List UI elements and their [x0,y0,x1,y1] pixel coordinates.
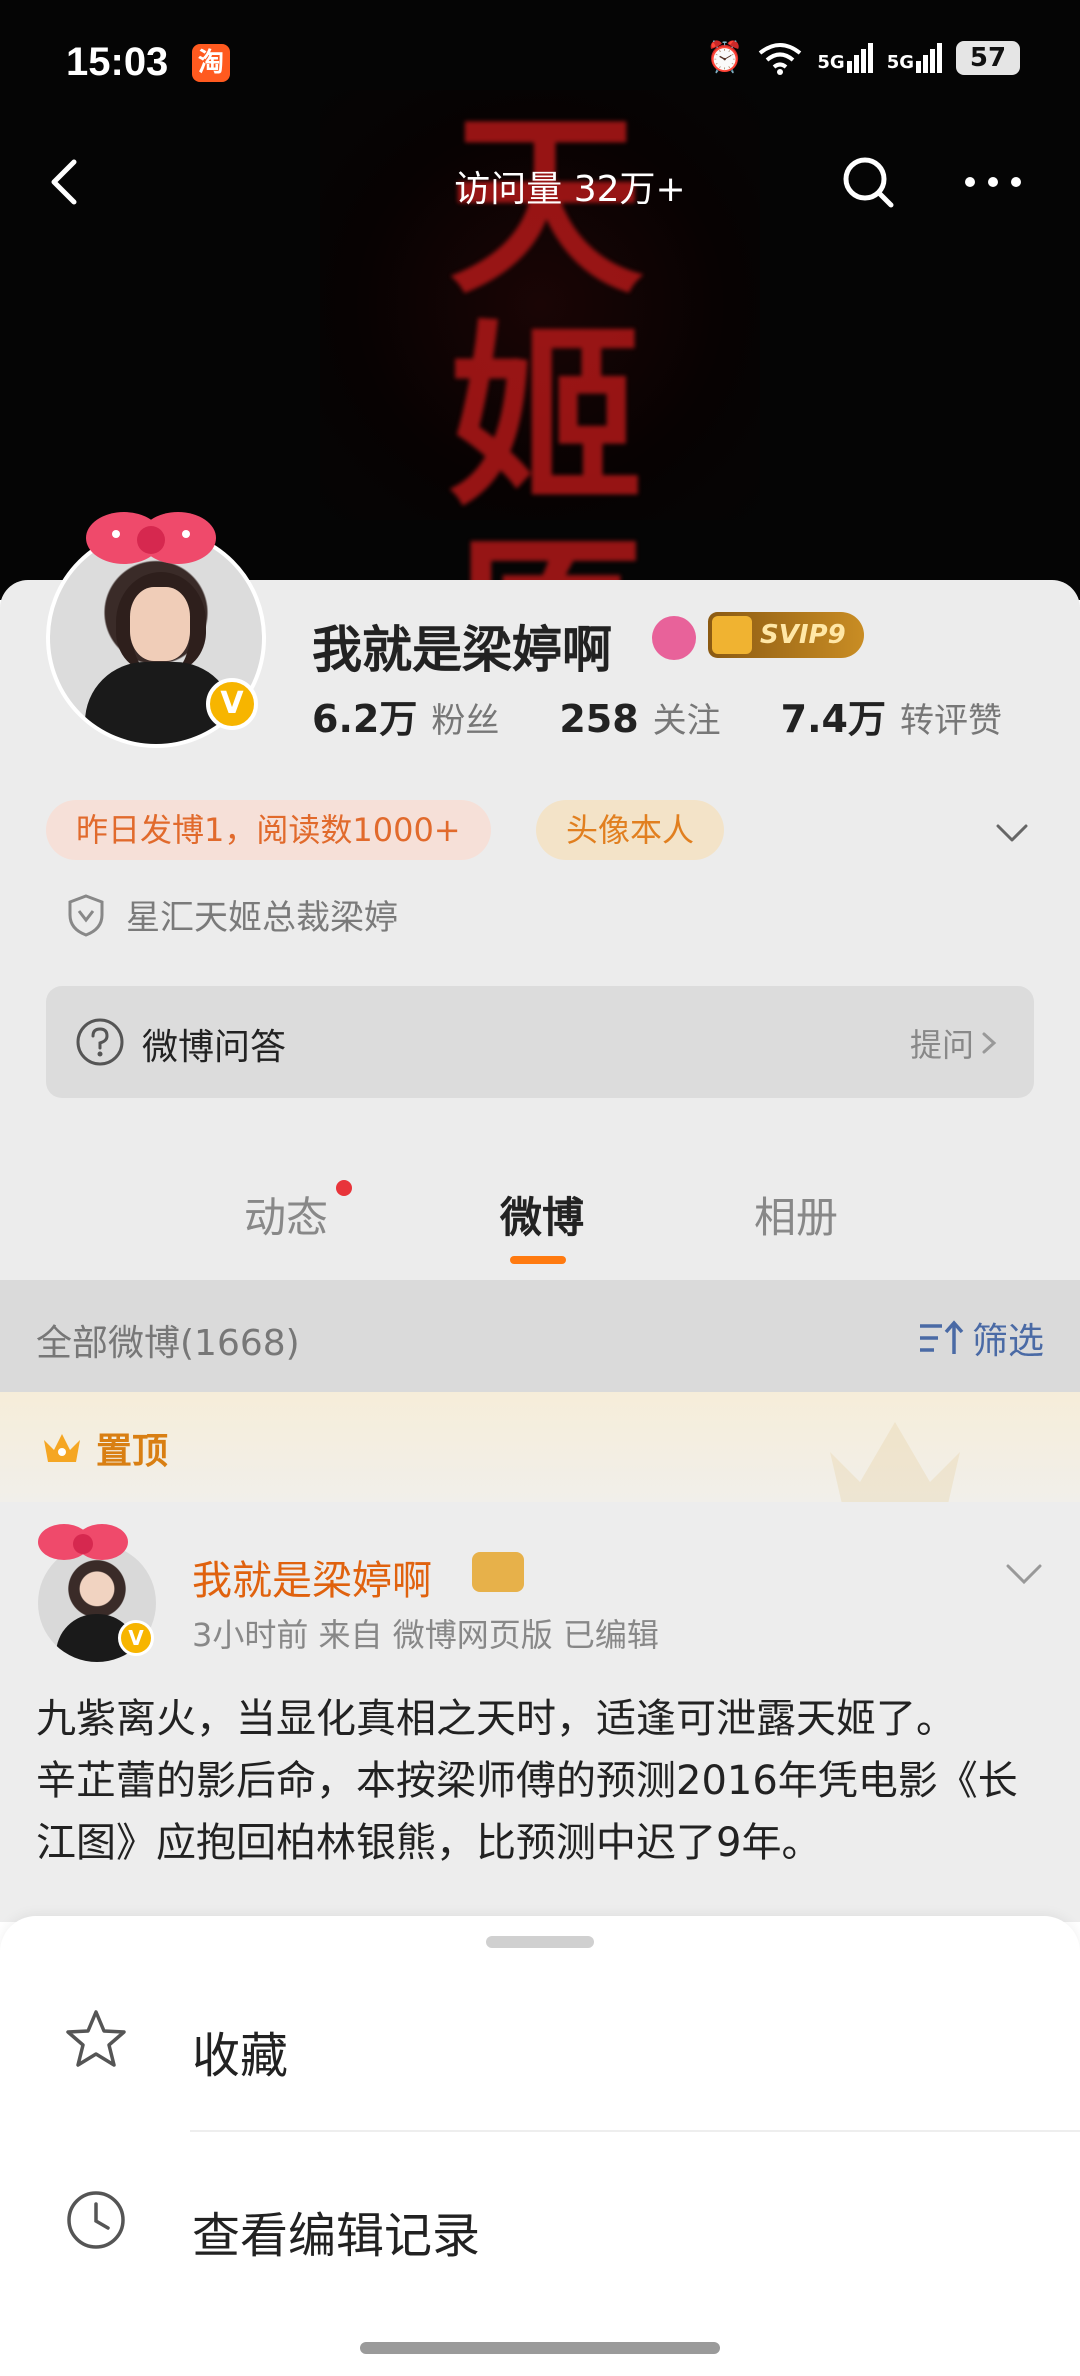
profile-username: 我就是梁婷啊 [312,621,612,679]
female-gender-icon [652,616,696,660]
ask-question-link[interactable]: 提问 [910,1020,1004,1066]
clock-icon [67,2191,125,2249]
avatar-verified-tag[interactable]: 头像本人 [536,800,725,860]
signal-icon-2: 5G [887,42,942,73]
status-bar: 15:03 淘 ⏰ 5G 5G 57 [0,0,1080,130]
bow-decoration-icon [38,1524,128,1560]
stat-following[interactable]: 258 关注 [559,693,720,742]
signal-icon-1: 5G [817,42,873,73]
edit-history-label: 查看编辑记录 [192,2208,481,2264]
status-icons: ⏰ 5G 5G 57 [706,40,1020,75]
tab-activity[interactable]: 动态 [244,1184,328,1245]
pinned-label: 置顶 [40,1422,168,1474]
filter-button[interactable]: 筛选 [918,1312,1044,1364]
bow-decoration-icon [86,512,216,564]
top-nav: 访问量 32万+ [0,130,1080,240]
tab-weibo[interactable]: 微博 [500,1184,584,1245]
profile-description: 星汇天姬总裁梁婷 [66,890,398,939]
pinned-post[interactable]: V 我就是梁婷啊 3小时前 来自 微博网页版 已编辑 九紫离火，当显化真相之天时… [0,1502,1080,1922]
favorite-label: 收藏 [192,2028,289,2084]
search-icon [843,157,894,208]
crown-icon [44,1434,80,1462]
profile-avatar[interactable]: V [46,512,266,748]
question-circle-icon [76,1018,124,1066]
post-verified-badge: V [118,1620,154,1656]
chevron-right-icon [982,1032,997,1054]
filter-bar: 全部微博(1668) 筛选 [0,1280,1080,1392]
active-tab-indicator [510,1256,566,1264]
chevron-down-icon[interactable] [990,810,1034,854]
activity-tag[interactable]: 昨日发博1，阅读数1000+ [46,800,491,860]
taobao-app-icon: 淘 [192,44,230,82]
member-crown-icon [472,1552,524,1592]
stat-interactions[interactable]: 7.4万 转评赞 [781,688,1002,743]
sheet-divider [190,2130,1080,2132]
unread-dot [336,1180,352,1196]
post-text-line: 辛芷蕾的影后命，本按梁师傅的预测2016年凭电影《长江图》应抱回柏林银熊，比预测… [36,1758,1018,1866]
alarm-icon: ⏰ [706,40,744,75]
chevron-down-icon[interactable] [1000,1554,1048,1594]
more-button[interactable] [958,152,1028,212]
status-time: 15:03 [66,40,169,84]
crown-icon [712,616,752,654]
post-text-line: 九紫离火，当显化真相之天时，适逢可泄露天姬了。 [36,1696,956,1742]
profile-tabs: 动态 微博 相册 [0,1140,1080,1280]
filter-icon [919,1320,964,1354]
home-indicator[interactable] [360,2342,720,2354]
verified-badge: V [206,678,258,730]
weibo-qa-row[interactable]: 微博问答 提问 [46,986,1034,1098]
tab-albums[interactable]: 相册 [754,1184,838,1245]
wifi-icon [759,42,802,75]
visit-count: 访问量 32万+ [454,169,686,210]
profile-stats: 6.2万 粉丝 258 关注 7.4万 转评赞 [312,688,1062,743]
svip-badge[interactable]: SVIP9 [708,612,864,658]
favorite-option[interactable]: 收藏 [0,1966,1080,2116]
shield-icon [68,893,104,937]
edit-history-option[interactable]: 查看编辑记录 [0,2146,1080,2296]
search-button[interactable] [838,152,898,212]
post-count-label: 全部微博(1668) [36,1323,300,1364]
post-author-name[interactable]: 我就是梁婷啊 [192,1548,432,1606]
battery-indicator: 57 [956,40,1020,75]
pinned-header: 置顶 [0,1392,1080,1502]
stat-followers[interactable]: 6.2万 粉丝 [312,688,499,743]
crown-watermark-icon [830,1422,960,1502]
qa-label: 微博问答 [142,1027,287,1068]
post-meta: 3小时前 来自 微博网页版 已编辑 [192,1616,659,1654]
action-sheet: 收藏 查看编辑记录 [0,1916,1080,2376]
more-dots-icon [965,177,1021,187]
sheet-handle[interactable] [486,1936,594,1948]
post-text: 九紫离火，当显化真相之天时，适逢可泄露天姬了。 辛芷蕾的影后命，本按梁师傅的预测… [36,1688,1046,1874]
star-icon [66,2010,126,2067]
